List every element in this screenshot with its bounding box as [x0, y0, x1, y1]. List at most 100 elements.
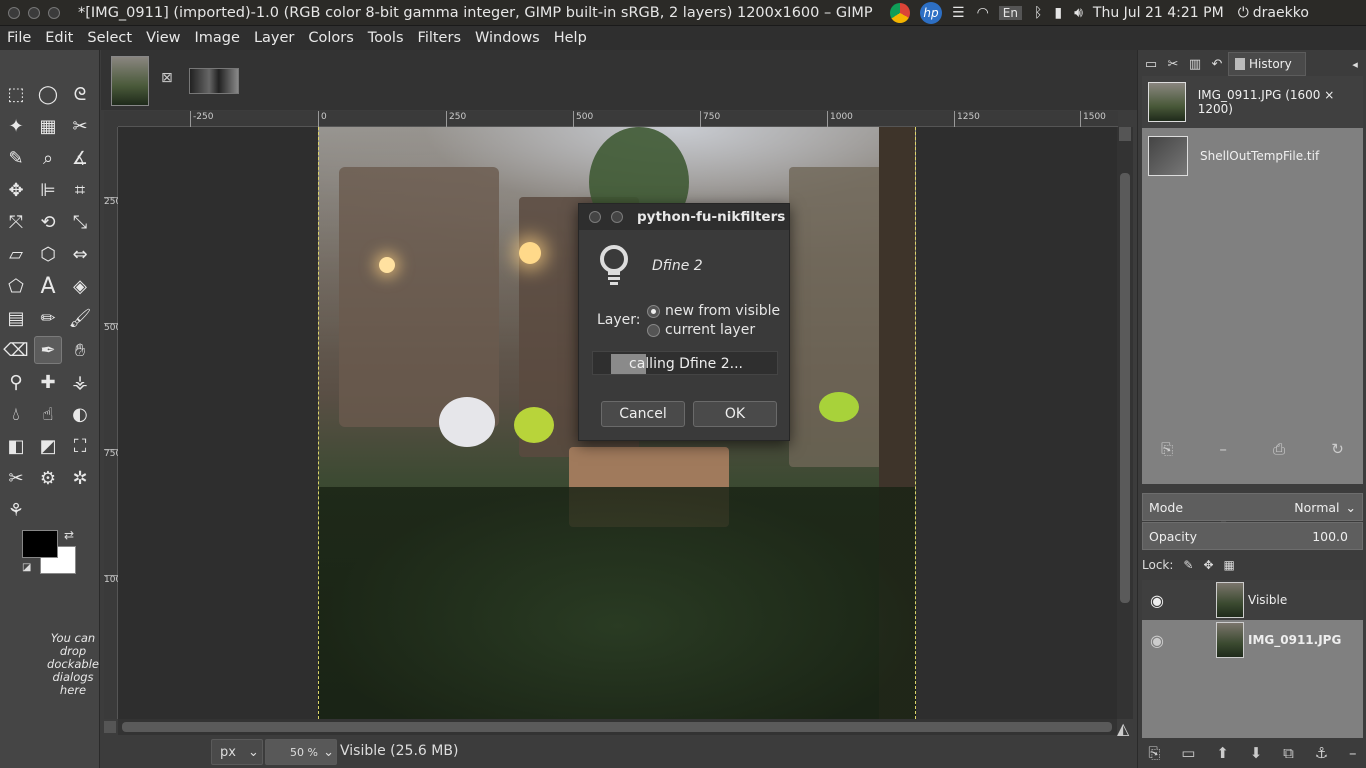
menu-edit[interactable]: Edit	[38, 30, 80, 46]
ruler-corner[interactable]	[104, 111, 118, 127]
ink-tool-icon[interactable]: ✋︎	[66, 336, 94, 364]
mode-select[interactable]: Mode Normal ⌄	[1142, 493, 1363, 521]
maximize-window-button[interactable]	[48, 6, 60, 19]
pencil-tool-icon[interactable]: ✏	[34, 304, 62, 332]
redo-icon[interactable]: –	[1219, 440, 1227, 458]
close-window-button[interactable]	[8, 6, 20, 19]
navigate-icon[interactable]	[1119, 127, 1131, 141]
vertical-ruler[interactable]: 250 500 750 1000	[104, 127, 127, 719]
opacity-slider[interactable]: Opacity 100.0	[1142, 522, 1363, 550]
vertical-scrollbar[interactable]	[1117, 127, 1133, 719]
undo-tab-icon[interactable]: ↶	[1206, 54, 1228, 74]
new-layer-icon[interactable]: ⎘	[1148, 744, 1160, 762]
flip-tool-icon[interactable]: ⇔	[66, 240, 94, 268]
lock-position-icon[interactable]: ✥	[1203, 558, 1213, 572]
menu-select[interactable]: Select	[80, 30, 139, 46]
cage-transform-tool-icon[interactable]: ⬠	[2, 272, 30, 300]
rotate-tool-icon[interactable]: ⟲	[34, 208, 62, 236]
chrome-icon[interactable]	[890, 3, 910, 23]
tab-history[interactable]: History	[1228, 52, 1306, 76]
free-select-tool-icon[interactable]: ᘓ	[66, 80, 94, 108]
battery-icon[interactable]: ▮	[1054, 5, 1062, 21]
warp-transform-tool-icon[interactable]: ◩	[34, 432, 62, 460]
anchor-layer-icon[interactable]: ⚓	[1315, 744, 1328, 762]
dialog-minimize-button[interactable]	[611, 211, 623, 223]
horizontal-ruler[interactable]: -250 0 250 500 750 1000 1250 1500	[118, 111, 1118, 127]
mypaint-brush-tool-icon[interactable]: ◧	[2, 432, 30, 460]
menu-layer[interactable]: Layer	[247, 30, 301, 46]
crop-tool-icon[interactable]: ⌗	[66, 176, 94, 204]
lower-layer-icon[interactable]: ⬇	[1250, 744, 1263, 762]
move-tool-icon[interactable]: ✥	[2, 176, 30, 204]
visibility-eye-icon[interactable]: ◉	[1146, 631, 1168, 650]
hp-icon[interactable]: hp	[920, 2, 942, 24]
refresh-icon[interactable]: ↻	[1331, 440, 1344, 458]
align-tool-icon[interactable]: ⊫	[34, 176, 62, 204]
device-status-tab-icon[interactable]: ✂	[1162, 54, 1184, 74]
dodge-burn-tool-icon[interactable]: ◐	[66, 400, 94, 428]
select-by-color-tool-icon[interactable]: ▦	[34, 112, 62, 140]
text-tool-icon[interactable]: A	[34, 272, 62, 300]
menu-view[interactable]: View	[139, 30, 187, 46]
horizontal-scrollbar[interactable]	[118, 719, 1117, 735]
handle-transform-tool-icon[interactable]: ⛶	[66, 432, 94, 460]
perspective-clone-tool-icon[interactable]: ⚶	[66, 368, 94, 396]
zoom-select[interactable]: 50 % ⌄	[265, 739, 337, 765]
images-tab-icon[interactable]: ▥	[1184, 54, 1206, 74]
ok-button[interactable]: OK	[693, 401, 777, 427]
minimize-window-button[interactable]	[28, 6, 40, 19]
ellipse-select-tool-icon[interactable]: ◯	[34, 80, 62, 108]
raise-layer-icon[interactable]: ⬆	[1216, 744, 1229, 762]
unit-select[interactable]: px ⌄	[211, 739, 263, 765]
paths-tool-icon[interactable]: ✂	[2, 464, 30, 492]
clock[interactable]: Thu Jul 21 4:21 PM	[1093, 5, 1224, 21]
color-picker-tool-icon[interactable]: ✎	[2, 144, 30, 172]
wifi-icon[interactable]: ◠	[977, 5, 989, 21]
dock-menu-icon[interactable]: ◂	[1344, 54, 1366, 74]
vertical-scroll-thumb[interactable]	[1120, 173, 1130, 603]
measure-tool-icon[interactable]: ∡	[66, 144, 94, 172]
layer-row[interactable]: ◉ Visible	[1142, 580, 1363, 620]
power-icon[interactable]: ⏻	[1238, 5, 1249, 21]
history-item[interactable]: ShellOutTempFile.tif	[1142, 130, 1363, 182]
heal-tool-icon[interactable]: ✚	[34, 368, 62, 396]
duplicate-layer-icon[interactable]: ⧉	[1283, 744, 1294, 762]
rect-select-tool-icon[interactable]: ⬚	[2, 80, 30, 108]
gegl-operation-tool-icon[interactable]: ⚙	[34, 464, 62, 492]
menu-tools[interactable]: Tools	[361, 30, 411, 46]
paintbrush-tool-icon[interactable]: 🖌︎	[66, 304, 94, 332]
delete-layer-icon[interactable]: –	[1349, 744, 1357, 762]
fuzzy-select-tool-icon[interactable]: ✦	[2, 112, 30, 140]
undo-icon[interactable]: ⎘	[1161, 440, 1173, 458]
keyboard-layout-indicator[interactable]: En	[998, 6, 1022, 20]
lock-pixels-icon[interactable]: ✎	[1183, 558, 1193, 572]
image-tab-second-thumbnail[interactable]	[189, 68, 239, 94]
menu-colors[interactable]: Colors	[301, 30, 360, 46]
dialog-close-button[interactable]	[589, 211, 601, 223]
menu-icon[interactable]: ☰	[952, 5, 965, 21]
lock-alpha-icon[interactable]: ▦	[1224, 558, 1235, 572]
radio-new-from-visible[interactable]: new from visible	[647, 303, 780, 319]
default-colors-icon[interactable]: ◪	[22, 562, 31, 573]
radio-unchecked-icon[interactable]	[647, 323, 660, 337]
volume-icon[interactable]: 🔊︎	[1074, 5, 1083, 21]
menu-file[interactable]: File	[0, 30, 38, 46]
foreground-color-swatch[interactable]	[22, 530, 58, 558]
radio-checked-icon[interactable]	[647, 304, 660, 318]
radio-current-layer[interactable]: current layer	[647, 322, 755, 338]
image-tab-thumbnail[interactable]	[111, 56, 149, 106]
eraser-tool-icon[interactable]: ⌫	[2, 336, 30, 364]
layer-row[interactable]: ◉ IMG_0911.JPG	[1142, 620, 1363, 660]
airbrush-tool-icon[interactable]: ✒	[34, 336, 62, 364]
horizontal-scroll-thumb[interactable]	[122, 722, 1112, 732]
menu-image[interactable]: Image	[188, 30, 247, 46]
navigate-image-icon[interactable]: ◭	[1117, 719, 1135, 738]
zoom-tool-icon[interactable]: ⌕	[34, 144, 62, 172]
scale-tool-icon[interactable]: ⤡	[66, 208, 94, 236]
menu-help[interactable]: Help	[547, 30, 594, 46]
swap-colors-icon[interactable]: ⇄	[64, 528, 74, 542]
perspective-tool-icon[interactable]: ⬡	[34, 240, 62, 268]
menu-windows[interactable]: Windows	[468, 30, 547, 46]
cancel-button[interactable]: Cancel	[601, 401, 685, 427]
user-name[interactable]: draekko	[1253, 5, 1309, 21]
